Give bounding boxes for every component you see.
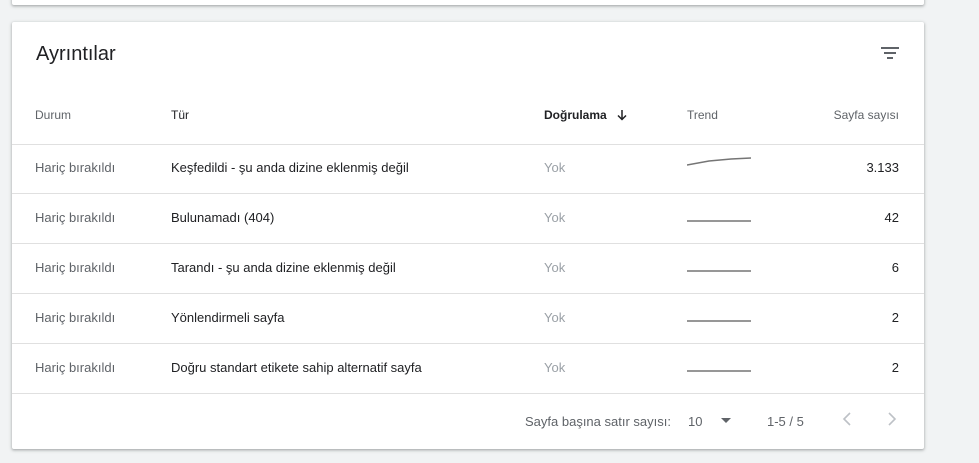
column-header-verification-label: Doğrulama bbox=[544, 108, 607, 122]
row-verification: Yok bbox=[544, 210, 566, 225]
row-status: Hariç bırakıldı bbox=[35, 310, 116, 325]
row-type: Keşfedildi - şu anda dizine eklenmiş değ… bbox=[171, 160, 409, 175]
table-footer: Sayfa başına satır sayısı: 10 1-5 / 5 bbox=[12, 394, 924, 449]
row-verification: Yok bbox=[544, 160, 566, 175]
chevron-left-icon bbox=[842, 412, 851, 426]
next-page-button[interactable] bbox=[886, 411, 898, 430]
table-header: Durum Tür Doğrulama Trend Sayfa sayısı bbox=[12, 92, 924, 145]
column-header-verification[interactable]: Doğrulama bbox=[544, 108, 628, 122]
row-count: 42 bbox=[884, 210, 899, 225]
trend-sparkline bbox=[687, 220, 751, 222]
rows-per-page-label: Sayfa başına satır sayısı: bbox=[525, 414, 671, 429]
rows-per-page-select[interactable]: 10 bbox=[688, 414, 732, 429]
row-count: 2 bbox=[891, 310, 899, 325]
row-status: Hariç bırakıldı bbox=[35, 360, 116, 375]
table-row[interactable]: Hariç bırakıldı Bulunamadı (404) Yok 42 bbox=[12, 194, 924, 244]
table-row[interactable]: Hariç bırakıldı Doğru standart etikete s… bbox=[12, 344, 924, 394]
row-status: Hariç bırakıldı bbox=[35, 210, 116, 225]
previous-card bbox=[12, 0, 924, 5]
arrow-down-icon bbox=[617, 110, 627, 121]
row-type: Yönlendirmeli sayfa bbox=[171, 310, 285, 325]
details-card: Ayrıntılar Durum Tür Doğrulama Trend Say… bbox=[12, 22, 924, 449]
table-row[interactable]: Hariç bırakıldı Yönlendirmeli sayfa Yok … bbox=[12, 294, 924, 344]
row-type: Doğru standart etikete sahip alternatif … bbox=[171, 360, 422, 375]
filter-button[interactable] bbox=[874, 40, 906, 68]
row-status: Hariç bırakıldı bbox=[35, 260, 116, 275]
column-header-type[interactable]: Tür bbox=[171, 108, 189, 122]
row-count: 6 bbox=[891, 260, 899, 275]
column-header-status[interactable]: Durum bbox=[35, 108, 71, 122]
trend-sparkline bbox=[687, 320, 751, 322]
trend-sparkline bbox=[687, 157, 752, 166]
row-verification: Yok bbox=[544, 260, 566, 275]
row-count: 3.133 bbox=[866, 160, 899, 175]
column-header-trend: Trend bbox=[687, 108, 718, 122]
row-status: Hariç bırakıldı bbox=[35, 160, 116, 175]
trend-sparkline bbox=[687, 370, 751, 372]
card-title: Ayrıntılar bbox=[36, 43, 116, 65]
trend-sparkline bbox=[687, 270, 751, 272]
caret-down-icon bbox=[721, 418, 732, 423]
row-verification: Yok bbox=[544, 360, 566, 375]
rows-per-page-value: 10 bbox=[688, 414, 703, 429]
chevron-right-icon bbox=[888, 412, 897, 426]
row-verification: Yok bbox=[544, 310, 566, 325]
filter-icon bbox=[881, 47, 899, 59]
previous-page-button[interactable] bbox=[841, 411, 853, 430]
row-type: Tarandı - şu anda dizine eklenmiş değil bbox=[171, 260, 396, 275]
table-row[interactable]: Hariç bırakıldı Tarandı - şu anda dizine… bbox=[12, 244, 924, 294]
row-type: Bulunamadı (404) bbox=[171, 210, 275, 225]
pagination-range: 1-5 / 5 bbox=[767, 414, 804, 429]
row-count: 2 bbox=[891, 360, 899, 375]
table-row[interactable]: Hariç bırakıldı Keşfedildi - şu anda diz… bbox=[12, 144, 924, 194]
column-header-count[interactable]: Sayfa sayısı bbox=[834, 108, 899, 122]
